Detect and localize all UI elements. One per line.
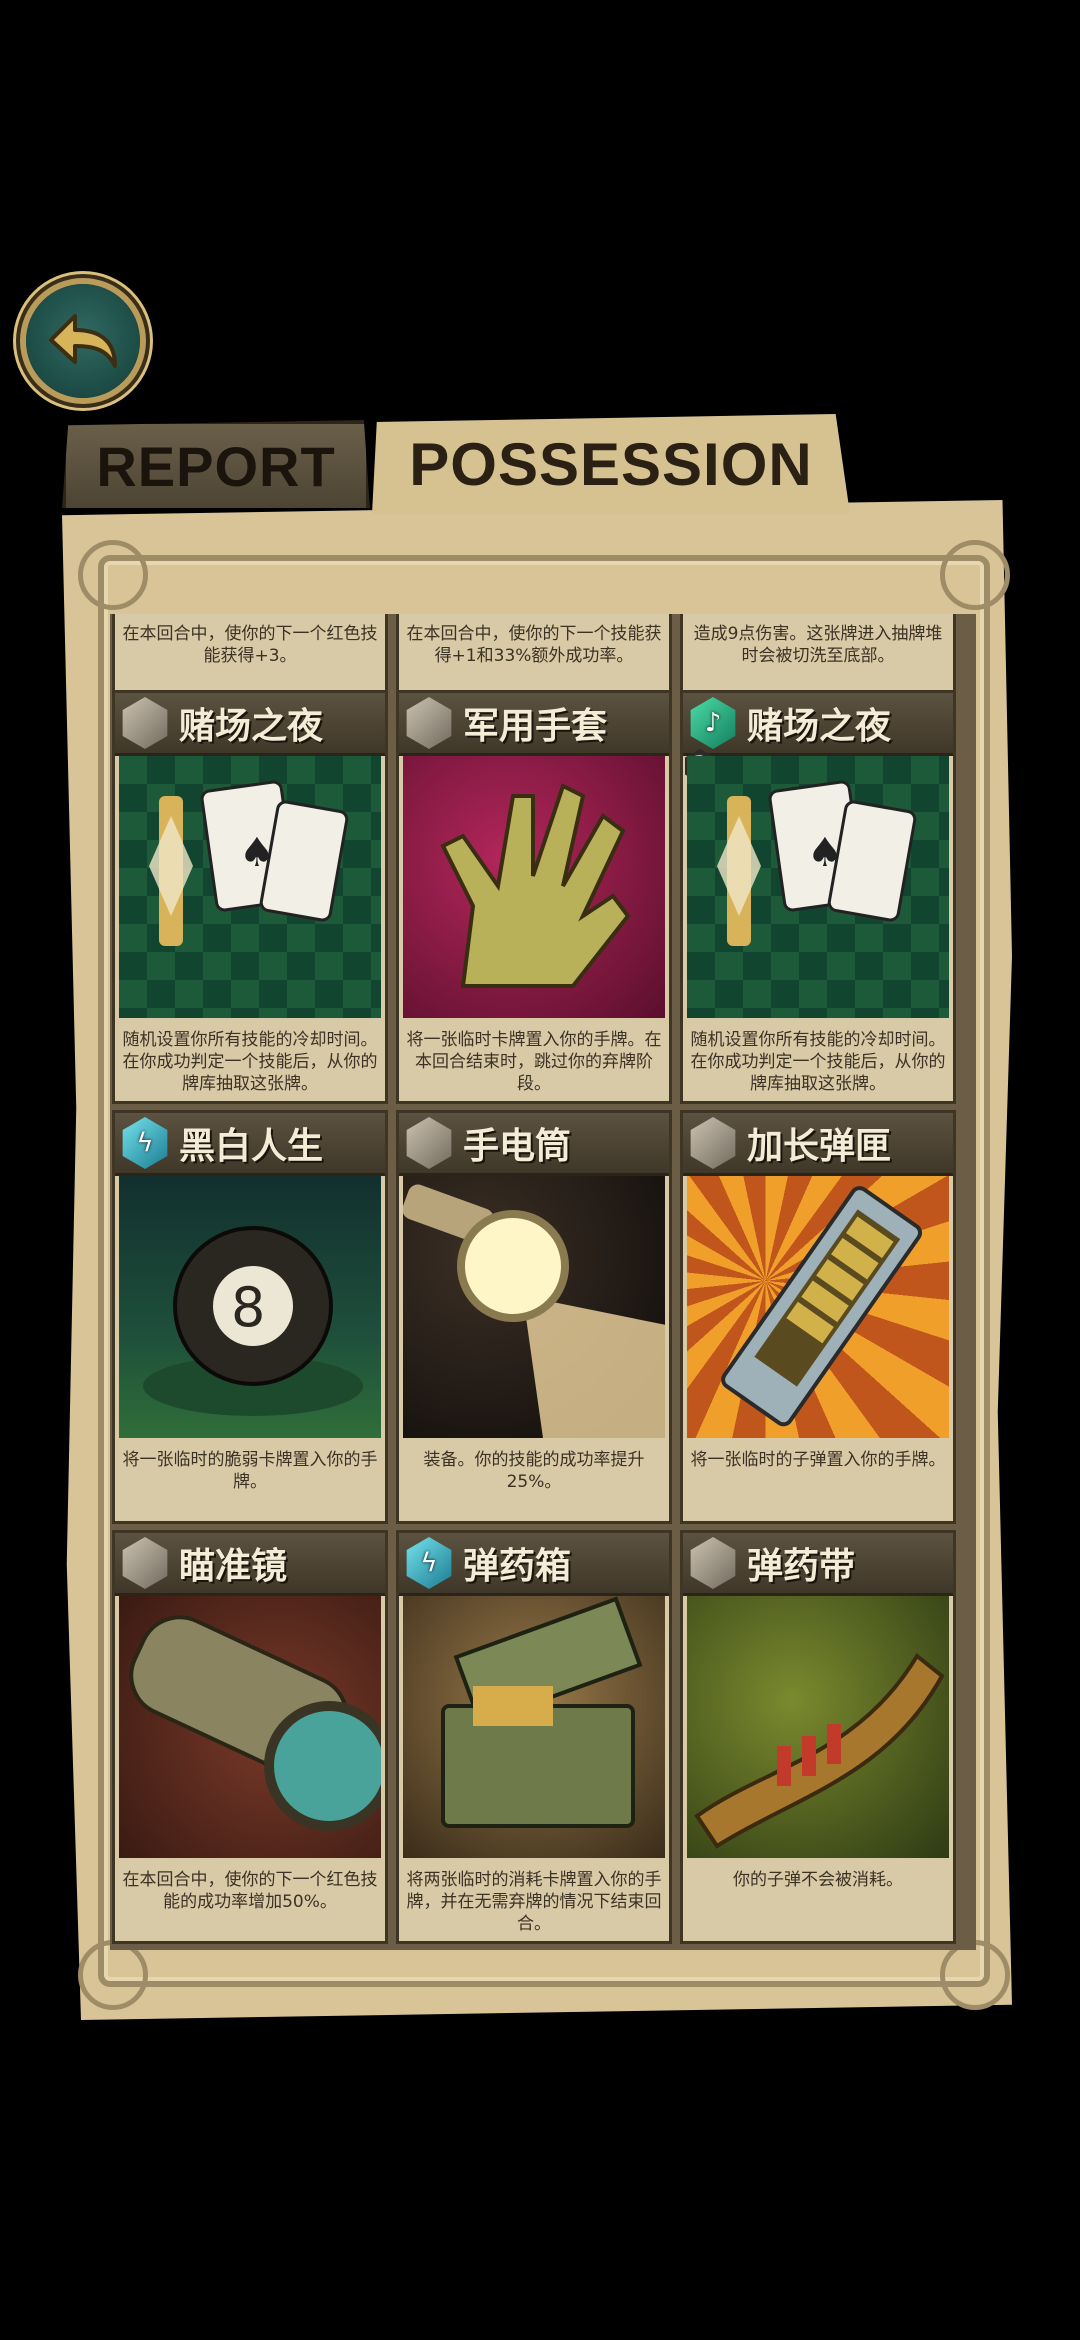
card-military-gloves[interactable]: 军用手套 将一张临时卡牌置入你的手牌。在本回合结束时，跳过你的弃牌阶段。	[396, 690, 672, 1104]
tab-report-label: REPORT	[96, 434, 336, 498]
svg-text:8: 8	[231, 1276, 265, 1339]
card-partial[interactable]: 造成9点伤害。这张牌进入抽牌堆时会被切洗至底部。	[680, 614, 956, 698]
corner-ornament	[940, 540, 1010, 610]
card-header: 军用手套	[399, 693, 669, 756]
card-casino-night-upgraded[interactable]: ♪ 赌场之夜 2 ♠ 随机设置你所有技能的冷却时间。在你成功判定一个技能后，从你…	[680, 690, 956, 1104]
card-list[interactable]: 在本回合中，使你的下一个红色技能获得+3。 在本回合中，使你的下一个技能获得+1…	[110, 614, 976, 1950]
card-description: 将一张临时的子弹置入你的手牌。	[690, 1450, 946, 1470]
card-black-white-life[interactable]: ϟ 黑白人生 8 将一张临时的脆弱卡牌置入你的手牌。	[112, 1110, 388, 1524]
blue-gem-icon: ϟ	[406, 1537, 452, 1589]
card-name: 瞄准镜	[179, 1546, 288, 1587]
card-ammo-box[interactable]: ϟ 弹药箱 将两张临时的消耗卡牌置入你的手牌，并在无需弃牌的情况下结束回合。	[396, 1530, 672, 1944]
flashlight-art	[403, 1176, 665, 1438]
card-description: 在本回合中，使你的下一个技能获得+1和33%额外成功率。	[406, 624, 662, 666]
blue-gem-icon: ϟ	[122, 1117, 168, 1169]
card-name: 弹药带	[747, 1546, 856, 1587]
card-header: ϟ 黑白人生	[115, 1113, 385, 1176]
card-description: 装备。你的技能的成功率提升25%。	[423, 1450, 645, 1492]
card-header: ϟ 弹药箱	[399, 1533, 669, 1596]
glove-art	[403, 756, 665, 1018]
hourglass-cards-art: ♠	[119, 756, 381, 1018]
gray-gem-icon	[690, 1537, 736, 1589]
card-casino-night[interactable]: 赌场之夜 ♠ 随机设置你所有技能的冷却时间。在你成功判定一个技能后，从你的牌库抽…	[112, 690, 388, 1104]
corner-ornament	[78, 540, 148, 610]
card-header: 手电筒	[399, 1113, 669, 1176]
gray-gem-icon	[406, 697, 452, 749]
back-arrow-icon	[49, 314, 117, 368]
gray-gem-icon	[690, 1117, 736, 1169]
tab-possession-label: POSSESSION	[409, 430, 813, 498]
tab-possession[interactable]: POSSESSION	[372, 414, 850, 514]
card-scope[interactable]: 瞄准镜 在本回合中，使你的下一个红色技能的成功率增加50%。	[112, 1530, 388, 1944]
card-header: 弹药带	[683, 1533, 953, 1596]
gray-gem-icon	[406, 1117, 452, 1169]
scope-art	[119, 1596, 381, 1858]
card-partial[interactable]: 在本回合中，使你的下一个红色技能获得+3。	[112, 614, 388, 698]
card-name: 军用手套	[463, 706, 608, 747]
card-header: 赌场之夜	[115, 693, 385, 756]
card-header: 瞄准镜	[115, 1533, 385, 1596]
corner-ornament	[78, 1940, 148, 2010]
eight-ball-art: 8	[119, 1176, 381, 1438]
green-gem-icon: ♪	[690, 697, 736, 749]
svg-text:♠: ♠	[239, 830, 275, 876]
card-header: 加长弹匣	[683, 1113, 953, 1176]
svg-text:♠: ♠	[807, 830, 843, 876]
gray-gem-icon	[122, 697, 168, 749]
magazine-art	[687, 1176, 949, 1438]
card-name: 黑白人生	[179, 1126, 324, 1167]
card-name: 弹药箱	[463, 1546, 572, 1587]
card-description: 随机设置你所有技能的冷却时间。在你成功判定一个技能后，从你的牌库抽取这张牌。	[690, 1030, 946, 1094]
card-description: 你的子弹不会被消耗。	[733, 1870, 903, 1890]
ammo-belt-art	[687, 1596, 949, 1858]
card-description: 在本回合中，使你的下一个红色技能的成功率增加50%。	[122, 1870, 378, 1912]
back-button[interactable]	[26, 284, 140, 398]
ammo-box-art	[403, 1596, 665, 1858]
card-description: 将一张临时的脆弱卡牌置入你的手牌。	[122, 1450, 378, 1492]
card-description: 在本回合中，使你的下一个红色技能获得+3。	[122, 624, 378, 666]
card-description: 随机设置你所有技能的冷却时间。在你成功判定一个技能后，从你的牌库抽取这张牌。	[122, 1030, 378, 1094]
tab-report[interactable]: REPORT	[62, 420, 370, 508]
card-name: 赌场之夜	[747, 706, 892, 747]
card-partial[interactable]: 在本回合中，使你的下一个技能获得+1和33%额外成功率。	[396, 614, 672, 698]
corner-ornament	[940, 1940, 1010, 2010]
card-flashlight[interactable]: 手电筒 装备。你的技能的成功率提升25%。	[396, 1110, 672, 1524]
gray-gem-icon	[122, 1537, 168, 1589]
card-header: ♪ 赌场之夜	[683, 693, 953, 756]
card-name: 手电筒	[463, 1126, 572, 1167]
card-extended-magazine[interactable]: 加长弹匣 将一张临时的子弹置入你的手牌。	[680, 1110, 956, 1524]
card-name: 加长弹匣	[747, 1126, 892, 1167]
hourglass-cards-art: ♠	[687, 756, 949, 1018]
card-name: 赌场之夜	[179, 706, 324, 747]
card-description: 将一张临时卡牌置入你的手牌。在本回合结束时，跳过你的弃牌阶段。	[406, 1030, 662, 1094]
card-ammo-belt[interactable]: 弹药带 你的子弹不会被消耗。	[680, 1530, 956, 1944]
card-description: 将两张临时的消耗卡牌置入你的手牌，并在无需弃牌的情况下结束回合。	[406, 1870, 662, 1934]
card-description: 造成9点伤害。这张牌进入抽牌堆时会被切洗至底部。	[693, 624, 943, 666]
